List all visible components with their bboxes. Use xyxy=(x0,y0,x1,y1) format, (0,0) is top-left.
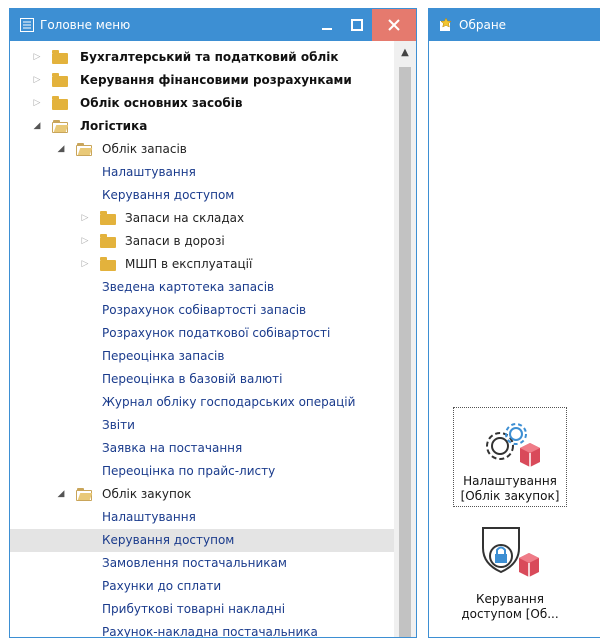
tree-item[interactable]: ▷ Запаси на складах xyxy=(10,207,394,230)
folder-icon xyxy=(52,73,68,87)
expand-arrow-right-icon[interactable]: ▷ xyxy=(80,259,90,269)
lock-shield-box-icon xyxy=(482,527,539,577)
minimize-button[interactable] xyxy=(312,9,342,41)
open-folder-icon xyxy=(76,143,92,156)
tree-item[interactable]: Розрахунок собівартості запасів xyxy=(10,299,394,322)
folder-icon xyxy=(52,96,68,110)
main-menu-titlebar[interactable]: Головне меню xyxy=(10,9,416,41)
tree-item-label: Керування доступом xyxy=(102,533,235,547)
shortcut-label-line2: [Облік закупок] xyxy=(460,489,560,503)
tree-item[interactable]: Прибуткові товарні накладні xyxy=(10,598,394,621)
tree-item-label: Зведена картотека запасів xyxy=(102,280,275,294)
tree-item[interactable]: Налаштування xyxy=(10,161,394,184)
folder-icon xyxy=(100,211,116,225)
tree-item[interactable]: Журнал обліку господарських операцій xyxy=(10,391,394,414)
tree-item-label: Журнал обліку господарських операцій xyxy=(102,395,356,409)
tree-item[interactable]: Переоцінка в базовій валюті xyxy=(10,368,394,391)
maximize-button[interactable] xyxy=(342,9,372,41)
tree-item-label: Прибуткові товарні накладні xyxy=(102,602,286,616)
tree-item-label: Запаси в дорозі xyxy=(125,234,225,248)
tree-item[interactable]: ◢ Облік запасів xyxy=(10,138,394,161)
scroll-thumb[interactable] xyxy=(399,67,411,637)
expand-arrow-right-icon[interactable]: ▷ xyxy=(80,213,90,223)
tree-item[interactable]: Розрахунок податкової собівартості xyxy=(10,322,394,345)
tree-item[interactable]: ◢ Логістика xyxy=(10,115,394,138)
tree-item[interactable]: ◢ Облік закупок xyxy=(10,483,394,506)
tree-item[interactable]: ▷ Облік основних засобів xyxy=(10,92,394,115)
tree-item-label: Рахунки до сплати xyxy=(102,579,222,593)
favorites-star-icon xyxy=(439,17,453,32)
tree-item-label: Заявка на постачання xyxy=(102,441,243,455)
tree-item-label: Налаштування xyxy=(102,510,196,524)
tree-item-label: Облік запасів xyxy=(102,142,187,156)
tree-item[interactable]: Зведена картотека запасів xyxy=(10,276,394,299)
tree-item[interactable]: ▷ Бухгалтерський та податковий облік xyxy=(10,46,394,69)
tree-item[interactable]: Заявка на постачання xyxy=(10,437,394,460)
tree-item[interactable]: Переоцінка запасів xyxy=(10,345,394,368)
gears-box-icon xyxy=(486,423,540,467)
favorites-title: Обране xyxy=(459,18,507,32)
shortcut-label-line1: Налаштування xyxy=(463,474,557,488)
open-folder-icon xyxy=(76,488,92,501)
expand-arrow-right-icon[interactable]: ▷ xyxy=(32,98,42,108)
tree-item-label: Керування доступом xyxy=(102,188,235,202)
shortcut-settings-purchases[interactable]: Налаштування [Облік закупок] xyxy=(453,407,567,507)
tree-item-label: Звіти xyxy=(102,418,135,432)
expand-arrow-right-icon[interactable]: ▷ xyxy=(32,52,42,62)
tree-item-label: Розрахунок собівартості запасів xyxy=(102,303,307,317)
expand-arrow-down-icon[interactable]: ◢ xyxy=(32,121,42,131)
tree-item[interactable]: Звіти xyxy=(10,414,394,437)
main-menu-icon xyxy=(20,18,34,32)
expand-arrow-right-icon[interactable]: ▷ xyxy=(80,236,90,246)
vertical-scrollbar[interactable]: ▲ xyxy=(394,41,416,637)
tree-item-label: Керування фінансовими розрахунками xyxy=(80,73,352,87)
tree-item-label: Переоцінка запасів xyxy=(102,349,225,363)
tree-item-label: Облік закупок xyxy=(102,487,192,501)
tree-item-label: Бухгалтерський та податковий облік xyxy=(80,50,339,64)
expand-arrow-down-icon[interactable]: ◢ xyxy=(56,489,66,499)
tree-item-label: Налаштування xyxy=(102,165,196,179)
tree-item-label: Облік основних засобів xyxy=(80,96,243,110)
tree-item[interactable]: ▷ Запаси в дорозі xyxy=(10,230,394,253)
open-folder-icon xyxy=(52,120,68,133)
folder-icon xyxy=(100,257,116,271)
tree-item[interactable]: Керування доступом xyxy=(10,184,394,207)
tree-item[interactable]: ▷ Керування фінансовими розрахунками xyxy=(10,69,394,92)
tree-item[interactable]: Замовлення постачальникам xyxy=(10,552,394,575)
expand-arrow-right-icon[interactable]: ▷ xyxy=(32,75,42,85)
tree-item[interactable]: Керування доступом xyxy=(10,529,394,552)
shortcut-label-line1: Керування xyxy=(476,592,544,606)
shortcut-label-line2: доступом [Об... xyxy=(461,607,559,621)
tree-item-label: Переоцінка по прайс-листу xyxy=(102,464,276,478)
tree-item[interactable]: Переоцінка по прайс-листу xyxy=(10,460,394,483)
tree-item-label: Рахунок-накладна постачальника xyxy=(102,625,318,638)
tree-item[interactable]: Рахунок-накладна постачальника xyxy=(10,621,394,638)
folder-icon xyxy=(100,234,116,248)
main-menu-title: Головне меню xyxy=(40,18,131,32)
tree-item[interactable]: Налаштування xyxy=(10,506,394,529)
favorites-titlebar[interactable]: Обране xyxy=(429,9,600,41)
tree-item-label: Розрахунок податкової собівартості xyxy=(102,326,331,340)
tree-item-label: Замовлення постачальникам xyxy=(102,556,287,570)
close-button[interactable] xyxy=(372,9,416,41)
tree-item[interactable]: Рахунки до сплати xyxy=(10,575,394,598)
tree-item-label: Логістика xyxy=(80,119,148,133)
shortcut-access-control-purchases[interactable]: Керування доступом [Об... xyxy=(453,520,567,630)
tree-item-label: Переоцінка в базовій валюті xyxy=(102,372,283,386)
tree-item-label: МШП в експлуатації xyxy=(125,257,253,271)
scroll-up-arrow-icon[interactable]: ▲ xyxy=(394,45,416,61)
expand-arrow-down-icon[interactable]: ◢ xyxy=(56,144,66,154)
tree-item[interactable]: ▷ МШП в експлуатації xyxy=(10,253,394,276)
main-menu-window: Головне меню ▷ Бухгалтерський та податков… xyxy=(9,8,417,638)
tree-item-label: Запаси на складах xyxy=(125,211,245,225)
menu-tree: ▷ Бухгалтерський та податковий облік ▷ Керу… xyxy=(10,41,394,637)
folder-icon xyxy=(52,50,68,64)
